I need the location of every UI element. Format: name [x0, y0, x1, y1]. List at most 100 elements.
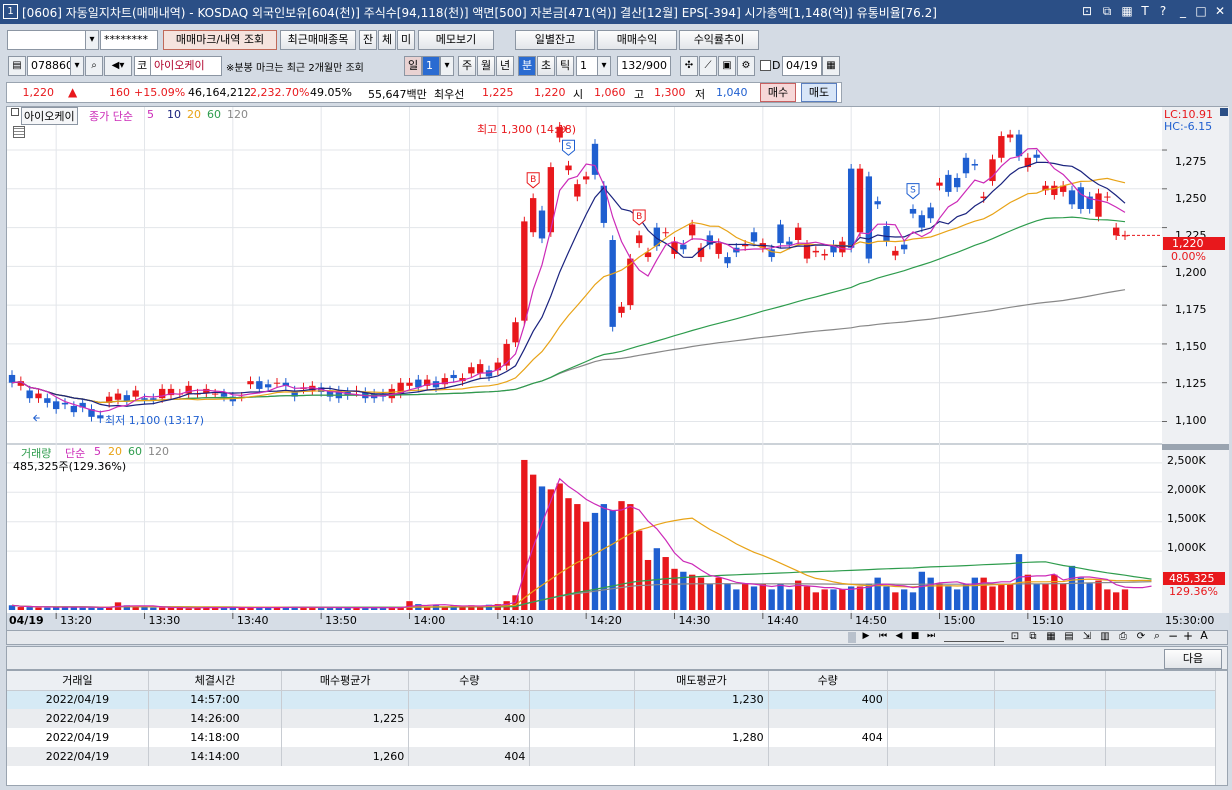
help-icon[interactable]: ?: [1156, 4, 1170, 18]
best-ask: 1,225: [482, 86, 514, 99]
calendar-icon[interactable]: ▦: [822, 56, 840, 76]
period-weekly-tab[interactable]: 주: [458, 56, 476, 76]
zoom-fit-icon[interactable]: ⊡: [1008, 631, 1022, 644]
period-tick-tab[interactable]: 틱: [556, 56, 574, 76]
volume-bar: [662, 557, 669, 610]
sell-button[interactable]: 매도: [801, 83, 837, 102]
bar-count-input[interactable]: 132/900: [617, 56, 671, 76]
layout-icon[interactable]: ▦: [1044, 631, 1058, 644]
unfilled-button[interactable]: 미: [397, 30, 415, 50]
period-second-tab[interactable]: 초: [537, 56, 555, 76]
filled-button[interactable]: 체: [378, 30, 396, 50]
volume-value-text: 485,325주(129.36%): [13, 460, 127, 473]
grid-icon[interactable]: ▤: [1062, 631, 1076, 644]
interval-dropdown-icon[interactable]: ▾: [597, 56, 611, 76]
text-size-icon[interactable]: T: [1138, 4, 1152, 18]
code-dropdown-icon[interactable]: ▾: [70, 56, 84, 76]
table-row[interactable]: 2022/04/19 14:26:00 1,225 400: [7, 709, 1227, 728]
yield-trend-button[interactable]: 수익률추이: [679, 30, 759, 50]
buy-button[interactable]: 매수: [760, 83, 796, 102]
candle-body: [132, 390, 139, 397]
current-price: 1,220: [22, 86, 55, 99]
volume-bar: [97, 607, 104, 610]
table-view-icon[interactable]: [13, 126, 25, 138]
stock-code-input[interactable]: 078860: [27, 56, 73, 76]
table-scrollbar[interactable]: [1215, 671, 1227, 785]
zoom-minus-icon[interactable]: −: [1166, 629, 1180, 643]
close-icon[interactable]: ✕: [1213, 4, 1227, 18]
volume-bar: [918, 571, 926, 610]
col-trade-date[interactable]: 거래일: [7, 671, 149, 691]
screen-link-icon[interactable]: ⊡: [1080, 4, 1094, 18]
chart-pane[interactable]: BSBS 아이오케이 종가 단순 5 10 20 60 120 LC:10.91…: [6, 106, 1229, 631]
scroll-thumb[interactable]: [848, 632, 856, 643]
memo-view-button[interactable]: 메모보기: [418, 30, 494, 50]
candle-body: [582, 176, 590, 180]
table-row[interactable]: 2022/04/19 14:57:00 1,230 400: [7, 690, 1227, 709]
play-back-icon[interactable]: ◀: [892, 631, 906, 644]
low-price: 1,040: [716, 86, 748, 99]
trade-mark-lookup-button[interactable]: 매매마크/내역 조회: [163, 30, 277, 50]
scroll-right-icon[interactable]: ▶: [860, 631, 872, 644]
period-monthly-tab[interactable]: 월: [477, 56, 495, 76]
chart-canvas[interactable]: B S B S: [7, 107, 1229, 631]
minimize-icon[interactable]: _: [1176, 4, 1190, 18]
save-icon[interactable]: ▣: [718, 56, 736, 76]
tile-icon[interactable]: ▦: [1120, 4, 1134, 18]
gear-icon[interactable]: ⚙: [737, 56, 755, 76]
sound-icon[interactable]: ◀▾: [104, 56, 132, 76]
period-daily-tab[interactable]: 일: [404, 56, 422, 76]
zoom-window-icon[interactable]: ⧉: [1026, 631, 1040, 644]
period-dropdown-icon[interactable]: ▾: [440, 56, 454, 76]
candle-body: [565, 165, 572, 171]
zoom-plus-icon[interactable]: +: [1181, 629, 1195, 643]
search-icon[interactable]: ⌕: [85, 56, 103, 76]
current-rate-tag: 0.00%: [1171, 250, 1206, 263]
ma5-legend: 5: [147, 108, 154, 121]
print-icon[interactable]: ⎙: [1116, 631, 1130, 644]
table-row[interactable]: 2022/04/19 14:14:00 1,260 404: [7, 747, 1227, 766]
daily-balance-button[interactable]: 일별잔고: [515, 30, 595, 50]
pane-close-icon[interactable]: [1220, 108, 1228, 116]
zoom-slider[interactable]: [944, 633, 1004, 642]
trade-profit-button[interactable]: 매매수익: [597, 30, 677, 50]
crosshair-icon[interactable]: ✣: [680, 56, 698, 76]
date-input[interactable]: 04/19: [782, 56, 822, 76]
account-input[interactable]: [7, 30, 87, 50]
export-icon[interactable]: ⇲: [1080, 631, 1094, 644]
volume-bar: [1121, 589, 1129, 610]
col-sell-qty[interactable]: 수량: [768, 671, 888, 691]
volume-bar: [1042, 583, 1049, 610]
password-input[interactable]: ********: [100, 30, 158, 50]
table-row[interactable]: 2022/04/19 14:18:00 1,280 404: [7, 728, 1227, 747]
interval-input[interactable]: 1: [576, 56, 598, 76]
maximize-icon[interactable]: □: [1194, 4, 1208, 18]
col-buy-avg[interactable]: 매수평균가: [281, 671, 410, 691]
draw-tool-icon[interactable]: ⟋: [699, 56, 717, 76]
col-exec-time[interactable]: 체결시간: [148, 671, 283, 691]
col-buy-qty[interactable]: 수량: [408, 671, 531, 691]
panel-toggle-icon[interactable]: [11, 108, 19, 116]
zoom-in-icon[interactable]: ⌕: [1150, 629, 1164, 643]
font-size-icon[interactable]: A: [1197, 629, 1211, 643]
date-checkbox[interactable]: [760, 60, 771, 71]
copy-window-icon[interactable]: ⧉: [1100, 4, 1114, 18]
volume-bar: [591, 512, 599, 610]
volume-bar: [150, 607, 157, 610]
next-button[interactable]: 다음: [1164, 649, 1222, 669]
period-minute-tab[interactable]: 분: [518, 56, 536, 76]
candle-body: [936, 182, 943, 186]
fast-forward-icon[interactable]: ⏭: [924, 631, 938, 644]
stop-icon[interactable]: ■: [908, 631, 922, 644]
volume-bar: [839, 589, 846, 610]
recent-trades-button[interactable]: 최근매매종목: [280, 30, 356, 50]
rewind-icon[interactable]: ⏮: [876, 631, 890, 644]
balance-button[interactable]: 잔: [359, 30, 377, 50]
refresh-icon[interactable]: ⟳: [1134, 631, 1148, 644]
period-number-input[interactable]: 1: [422, 56, 440, 76]
col-sell-avg[interactable]: 매도평균가: [634, 671, 769, 691]
bar-chart-icon[interactable]: ▥: [1098, 631, 1112, 644]
chart-settings-icon[interactable]: ▤: [8, 56, 26, 76]
account-dropdown-icon[interactable]: ▾: [85, 30, 99, 50]
period-yearly-tab[interactable]: 년: [496, 56, 514, 76]
